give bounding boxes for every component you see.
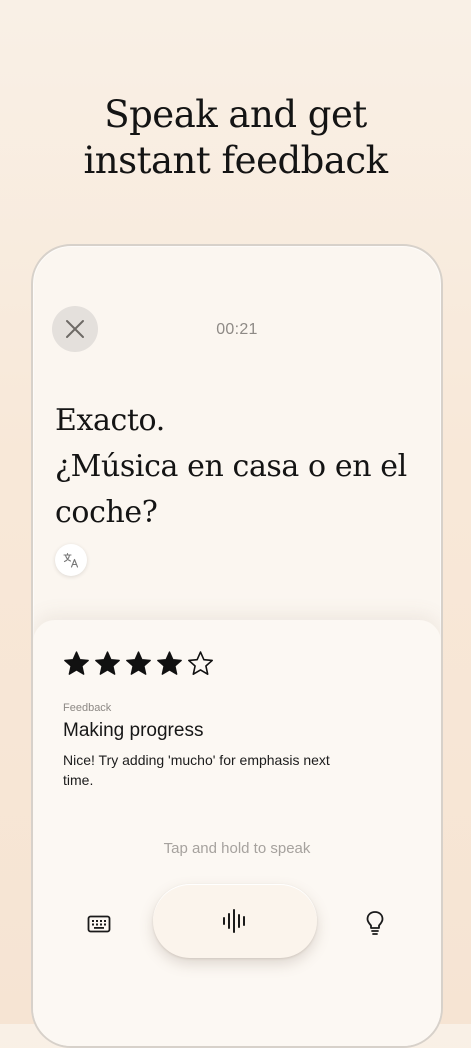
prompt-line-1: Exacto. (55, 403, 165, 438)
star-rating (63, 650, 214, 677)
feedback-text: Nice! Try adding 'mucho' for emphasis ne… (63, 752, 330, 788)
keyboard-button[interactable] (83, 908, 115, 940)
prompt-line-3: coche? (55, 495, 158, 530)
star-filled-icon (157, 651, 182, 675)
star-filled-icon (126, 651, 151, 675)
star-filled-icon (64, 651, 89, 675)
lightbulb-button[interactable] (359, 906, 391, 940)
headline: Speak and get instant feedback (0, 92, 471, 184)
star-empty-icon (188, 651, 213, 675)
keyboard-icon (87, 915, 111, 933)
waveform-icon (223, 909, 245, 933)
headline-line-2: instant feedback (83, 139, 388, 182)
star-filled-icon (95, 651, 120, 675)
session-timer: 00:21 (216, 321, 258, 338)
speak-hint: Tap and hold to speak (163, 840, 311, 857)
prompt-line-2: ¿Música en casa o en el (55, 449, 407, 484)
feedback-sheet: Feedback Making progress Nice! Try addin… (33, 620, 441, 1046)
prompt-text: Exacto. ¿Música en casa o en el coche? (55, 398, 415, 536)
translate-button[interactable] (55, 544, 87, 576)
headline-line-1: Speak and get (104, 93, 367, 136)
feedback-label: Feedback (63, 702, 112, 714)
feedback-title: Making progress (63, 720, 204, 741)
lightbulb-icon (366, 911, 384, 935)
translate-icon (63, 552, 79, 568)
phone-screen: 00:21 Exacto. ¿Música en casa o en el co… (31, 244, 443, 1048)
speak-button[interactable] (153, 884, 317, 958)
